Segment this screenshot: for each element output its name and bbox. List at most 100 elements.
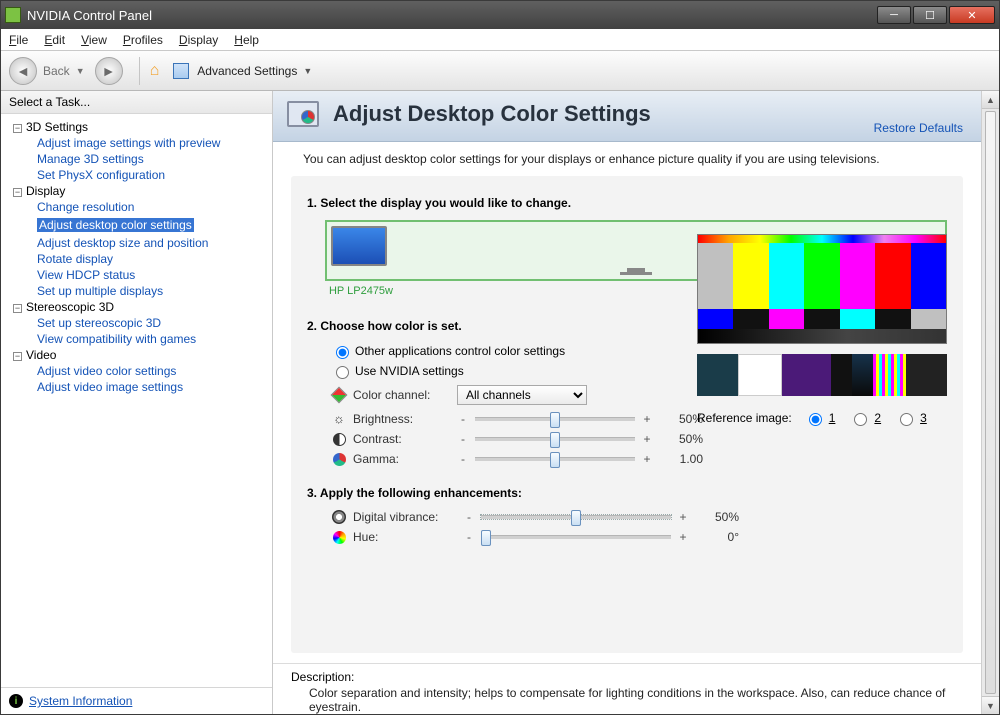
- gamma-value: 1.00: [659, 452, 703, 466]
- menu-view[interactable]: View: [81, 33, 107, 47]
- tree-group-stereoscopic[interactable]: −Stereoscopic 3D: [13, 300, 266, 314]
- radio-nvidia-label: Use NVIDIA settings: [355, 364, 464, 378]
- titlebar[interactable]: NVIDIA Control Panel ─ ☐ ✕: [1, 1, 999, 29]
- radio-other-apps-label: Other applications control color setting…: [355, 344, 565, 358]
- minimize-button[interactable]: ─: [877, 6, 911, 24]
- color-bars-pattern: [697, 234, 947, 344]
- color-channel-select[interactable]: All channels: [457, 385, 587, 405]
- page-header-icon: [287, 101, 323, 133]
- back-button[interactable]: ◄: [9, 57, 37, 85]
- color-bars-secondary: [697, 354, 947, 396]
- brightness-icon: ☼: [331, 411, 347, 426]
- tree-item-rotate-display[interactable]: Rotate display: [37, 252, 266, 266]
- tree-item-change-resolution[interactable]: Change resolution: [37, 200, 266, 214]
- reference-image-3[interactable]: 3: [895, 410, 927, 426]
- close-button[interactable]: ✕: [949, 6, 995, 24]
- tree-group-video[interactable]: −Video: [13, 348, 266, 362]
- reference-image-1[interactable]: 1: [804, 410, 836, 426]
- scroll-down-arrow[interactable]: ▼: [982, 696, 999, 714]
- tree-item-video-color[interactable]: Adjust video color settings: [37, 364, 266, 378]
- radio-nvidia-input[interactable]: [336, 366, 349, 379]
- menu-edit[interactable]: Edit: [44, 33, 65, 47]
- settings-panel: 1. Select the display you would like to …: [291, 176, 963, 653]
- reference-image-preview: Reference image: 1 2 3: [697, 234, 947, 426]
- menu-help[interactable]: Help: [234, 33, 259, 47]
- reference-image-label: Reference image:: [697, 411, 792, 425]
- tree-group-3d[interactable]: −3D Settings: [13, 120, 266, 134]
- description-text: Color separation and intensity; helps to…: [309, 686, 963, 714]
- advanced-settings-button[interactable]: Advanced Settings ▼: [173, 63, 312, 79]
- tree-item-hdcp-status[interactable]: View HDCP status: [37, 268, 266, 282]
- task-tree: −3D Settings Adjust image settings with …: [1, 114, 272, 687]
- info-icon: i: [9, 694, 23, 708]
- hue-value: 0°: [695, 530, 739, 544]
- tree-item-manage-3d[interactable]: Manage 3D settings: [37, 152, 266, 166]
- description-heading: Description:: [291, 670, 963, 684]
- contrast-value: 50%: [659, 432, 703, 446]
- tree-item-adjust-size-position[interactable]: Adjust desktop size and position: [37, 236, 266, 250]
- gamma-icon: [331, 453, 347, 466]
- tree-item-video-image[interactable]: Adjust video image settings: [37, 380, 266, 394]
- sidebar-heading: Select a Task...: [1, 91, 272, 114]
- window-title: NVIDIA Control Panel: [27, 8, 152, 23]
- tree-item-multiple-displays[interactable]: Set up multiple displays: [37, 284, 266, 298]
- radio-other-apps-input[interactable]: [336, 346, 349, 359]
- gamma-row: Gamma: - + 1.00: [331, 452, 947, 466]
- tree-item-compat-games[interactable]: View compatibility with games: [37, 332, 266, 346]
- description-block: Description: Color separation and intens…: [273, 663, 981, 714]
- contrast-label: Contrast:: [353, 432, 457, 446]
- digital-vibrance-slider[interactable]: [481, 515, 671, 519]
- reference-image-selector: Reference image: 1 2 3: [697, 410, 947, 426]
- home-icon[interactable]: ⌂: [150, 62, 160, 80]
- tree-item-physx[interactable]: Set PhysX configuration: [37, 168, 266, 182]
- monitor-icon: [331, 226, 387, 266]
- tree-item-setup-stereo[interactable]: Set up stereoscopic 3D: [37, 316, 266, 330]
- display-name-label: HP LP2475w: [325, 285, 397, 297]
- menu-file[interactable]: File: [9, 33, 28, 47]
- grid-icon: [173, 63, 189, 79]
- menu-display[interactable]: Display: [179, 33, 218, 47]
- forward-button[interactable]: ►: [95, 57, 123, 85]
- advanced-settings-label: Advanced Settings: [197, 64, 297, 78]
- color-channel-icon: [331, 389, 347, 401]
- tree-group-display[interactable]: −Display: [13, 184, 266, 198]
- menu-profiles[interactable]: Profiles: [123, 33, 163, 47]
- scroll-up-arrow[interactable]: ▲: [982, 91, 999, 109]
- digital-vibrance-value: 50%: [695, 510, 739, 524]
- back-label: Back: [43, 64, 70, 78]
- hue-icon: [331, 531, 347, 544]
- contrast-row: Contrast: - + 50%: [331, 432, 947, 446]
- system-information-link[interactable]: System Information: [29, 694, 132, 708]
- content-pane: Adjust Desktop Color Settings Restore De…: [273, 91, 981, 714]
- contrast-icon: [331, 433, 347, 446]
- reference-image-2[interactable]: 2: [849, 410, 881, 426]
- contrast-slider[interactable]: [475, 437, 635, 441]
- chevron-down-icon: ▼: [303, 66, 312, 76]
- brightness-label: Brightness:: [353, 412, 457, 426]
- brightness-slider[interactable]: [475, 417, 635, 421]
- gamma-slider[interactable]: [475, 457, 635, 461]
- step1-title: 1. Select the display you would like to …: [307, 196, 947, 210]
- gamma-label: Gamma:: [353, 452, 457, 466]
- tree-item-adjust-image-preview[interactable]: Adjust image settings with preview: [37, 136, 266, 150]
- nvidia-control-panel-window: NVIDIA Control Panel ─ ☐ ✕ File Edit Vie…: [0, 0, 1000, 715]
- tree-item-adjust-desktop-color[interactable]: Adjust desktop color settings: [37, 218, 194, 232]
- step3-title: 3. Apply the following enhancements:: [307, 486, 947, 500]
- menu-bar: File Edit View Profiles Display Help: [1, 29, 999, 51]
- page-title: Adjust Desktop Color Settings: [333, 101, 874, 127]
- hue-slider[interactable]: [481, 535, 671, 539]
- vertical-scrollbar[interactable]: ▲ ▼: [981, 91, 999, 714]
- task-sidebar: Select a Task... −3D Settings Adjust ima…: [1, 91, 273, 714]
- maximize-button[interactable]: ☐: [913, 6, 947, 24]
- page-header: Adjust Desktop Color Settings Restore De…: [273, 91, 981, 142]
- hue-row: Hue: - + 0°: [331, 530, 947, 544]
- digital-vibrance-label: Digital vibrance:: [353, 510, 463, 524]
- restore-defaults-link[interactable]: Restore Defaults: [874, 121, 963, 135]
- sidebar-footer: i System Information: [1, 687, 272, 714]
- hue-label: Hue:: [353, 530, 463, 544]
- color-channel-label: Color channel:: [353, 388, 457, 402]
- back-history-dropdown[interactable]: ▼: [76, 66, 85, 76]
- digital-vibrance-row: Digital vibrance: - + 50%: [331, 510, 947, 524]
- digital-vibrance-icon: [331, 510, 347, 524]
- scroll-thumb[interactable]: [985, 111, 996, 694]
